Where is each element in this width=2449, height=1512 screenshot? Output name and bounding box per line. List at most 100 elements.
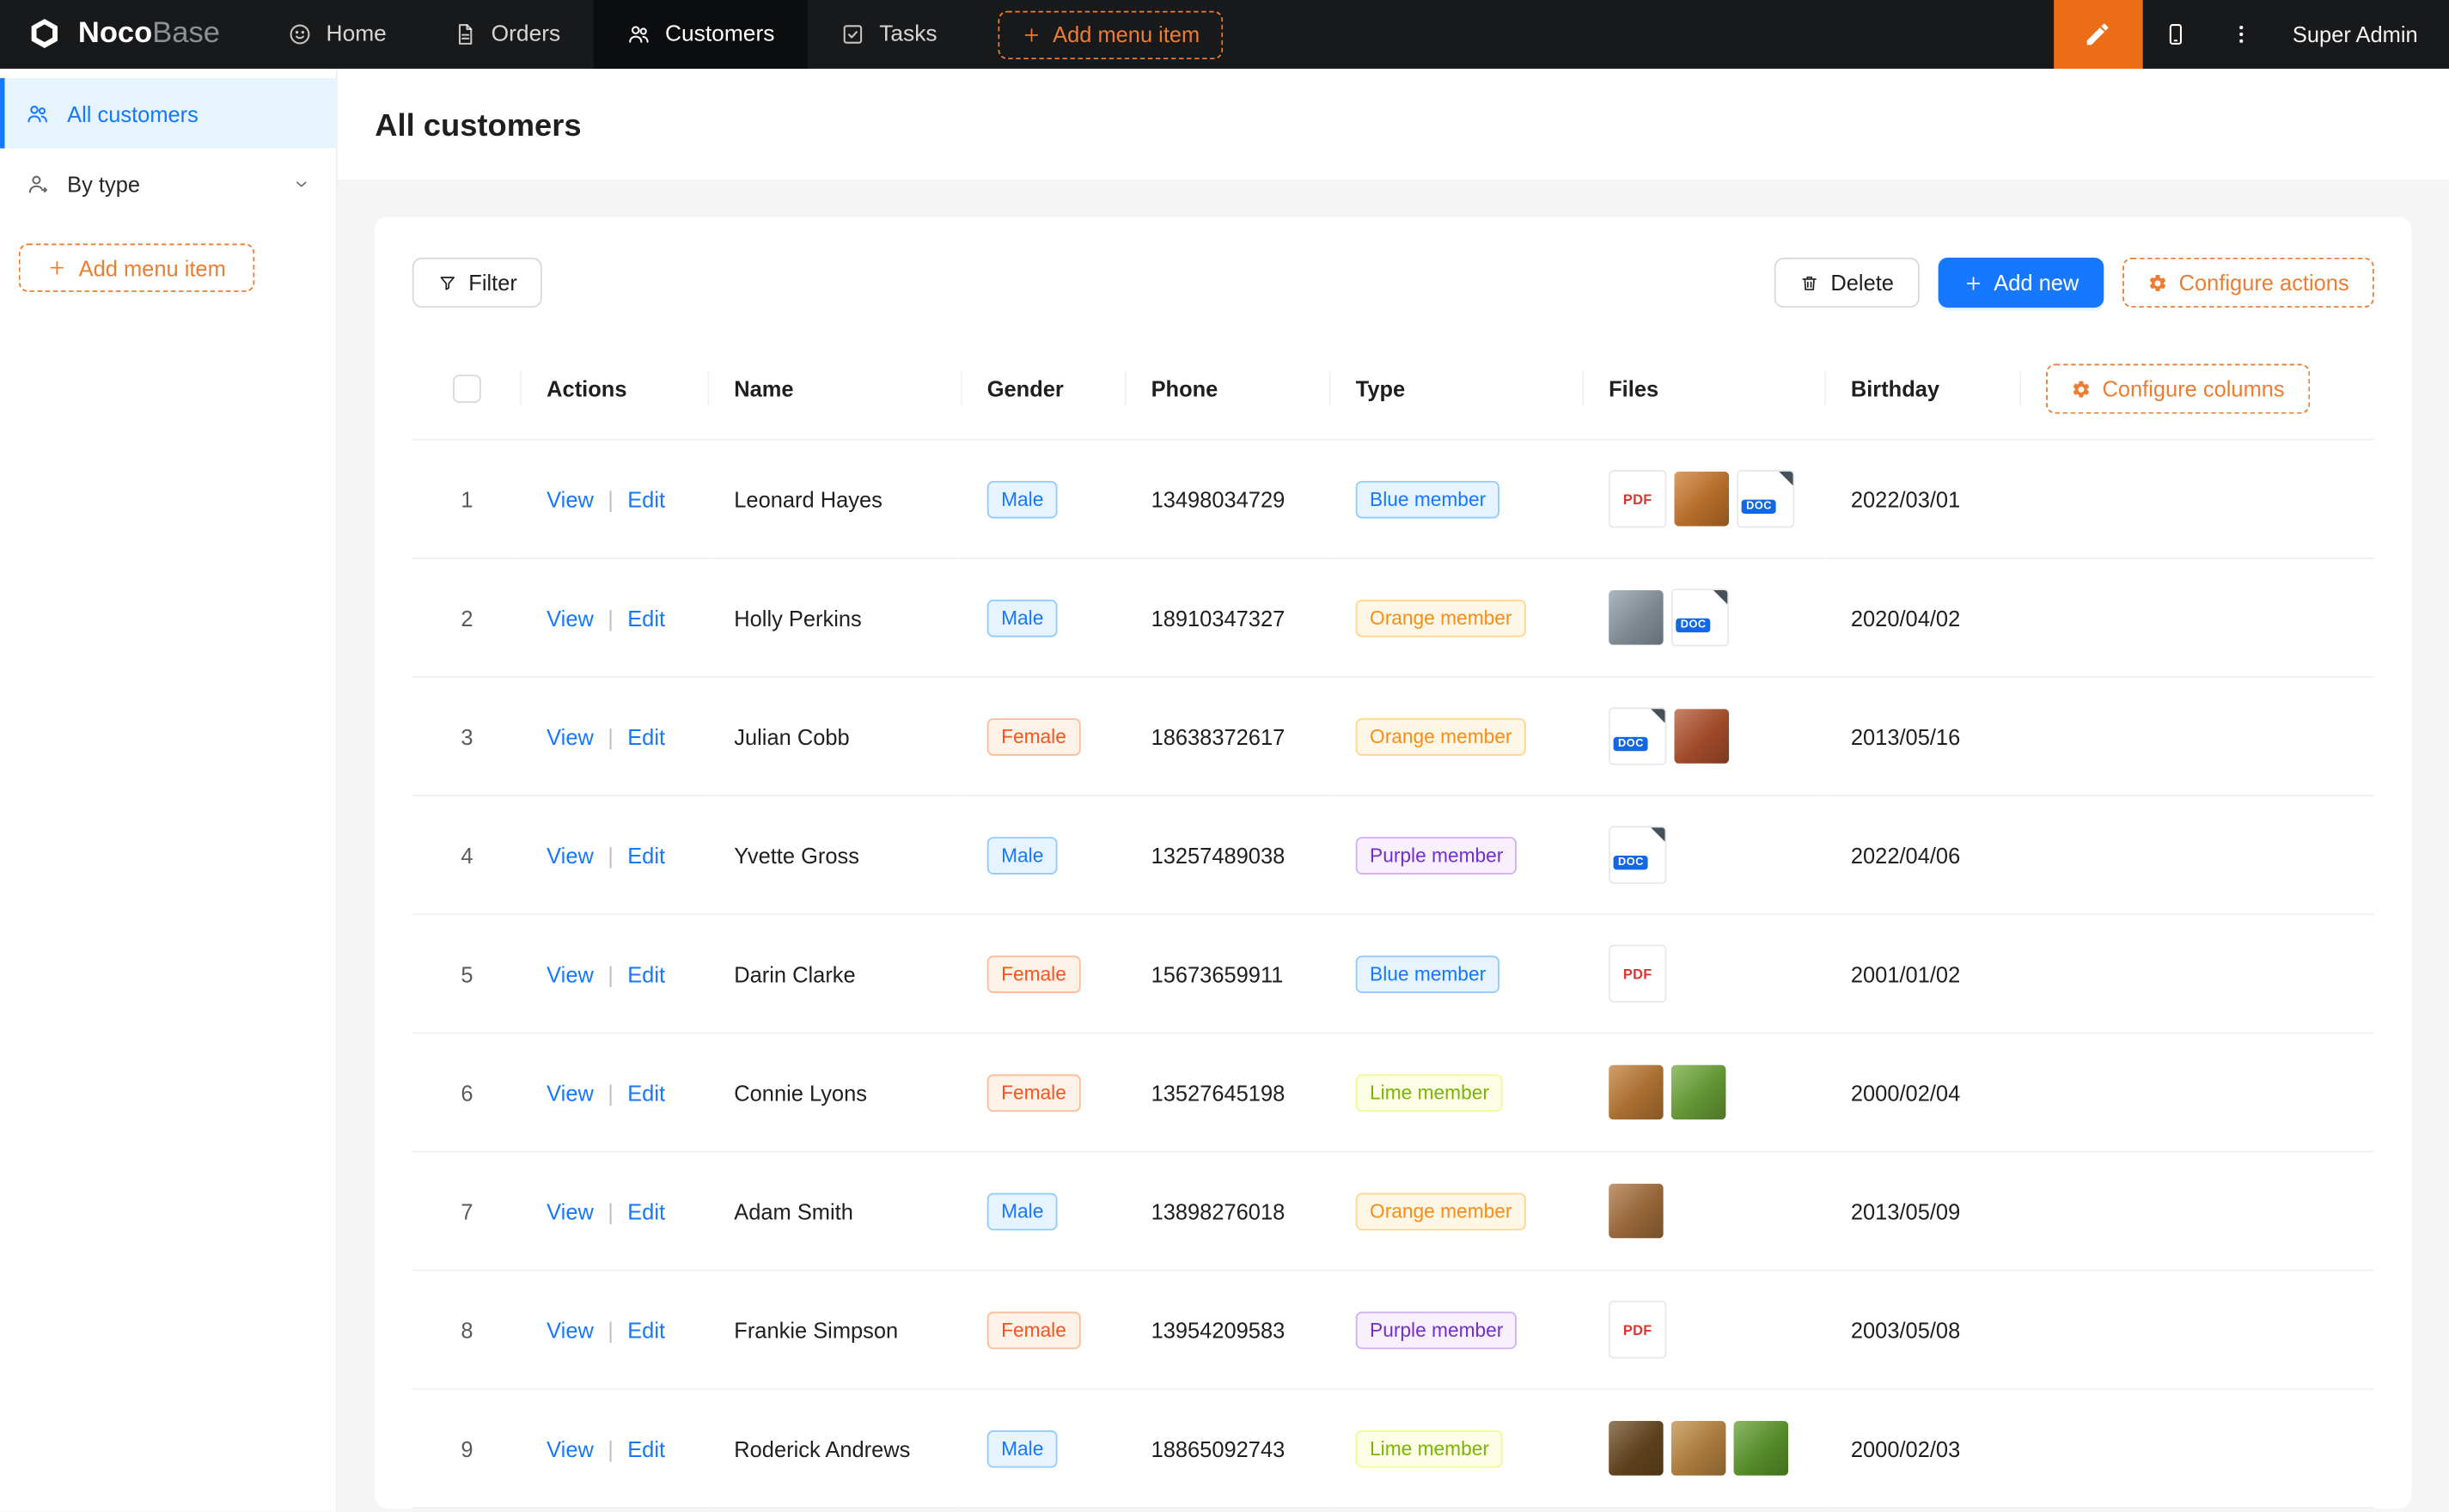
files-cell: DOC bbox=[1609, 708, 1801, 765]
menu-item-home[interactable]: Home bbox=[254, 0, 419, 69]
header-add-menu-item-label: Add menu item bbox=[1053, 21, 1200, 46]
type-tag: Lime member bbox=[1356, 1074, 1504, 1112]
mobile-icon bbox=[2163, 21, 2188, 46]
edit-link[interactable]: Edit bbox=[627, 961, 665, 986]
configure-actions-button[interactable]: Configure actions bbox=[2122, 258, 2374, 308]
header-add-menu-item-button[interactable]: Add menu item bbox=[998, 10, 1223, 58]
delete-button[interactable]: Delete bbox=[1774, 258, 1919, 308]
file-thumbnail-image[interactable] bbox=[1674, 472, 1729, 527]
files-cell bbox=[1609, 1184, 1801, 1239]
view-link[interactable]: View bbox=[547, 606, 594, 631]
type-tag: Orange member bbox=[1356, 600, 1526, 637]
type-tag: Lime member bbox=[1356, 1430, 1504, 1468]
view-link[interactable]: View bbox=[547, 724, 594, 749]
trash-icon bbox=[1799, 272, 1820, 293]
menu-item-customers[interactable]: Customers bbox=[593, 0, 807, 69]
file-thumbnail-image[interactable] bbox=[1674, 710, 1729, 765]
column-header-name[interactable]: Name bbox=[709, 338, 962, 440]
file-thumbnail-doc[interactable]: DOC bbox=[1609, 708, 1666, 765]
view-link[interactable]: View bbox=[547, 1199, 594, 1224]
file-thumbnail-pdf[interactable]: PDF bbox=[1609, 1302, 1666, 1359]
highlighter-icon bbox=[2084, 21, 2112, 49]
filter-button[interactable]: Filter bbox=[412, 258, 542, 308]
edit-link[interactable]: Edit bbox=[627, 1080, 665, 1105]
file-thumbnail-image[interactable] bbox=[1734, 1422, 1789, 1477]
edit-link[interactable]: Edit bbox=[627, 1318, 665, 1343]
sidebar-add-menu-item-button[interactable]: Add menu item bbox=[19, 244, 254, 292]
column-header-gender[interactable]: Gender bbox=[962, 338, 1127, 440]
add-new-button[interactable]: Add new bbox=[1938, 258, 2104, 308]
customer-name: Leonard Hayes bbox=[734, 487, 882, 512]
check-square-icon bbox=[840, 21, 865, 46]
files-cell: PDF bbox=[1609, 945, 1801, 1003]
edit-link[interactable]: Edit bbox=[627, 1199, 665, 1224]
sidebar-menu: All customersBy type bbox=[0, 69, 336, 218]
file-thumbnail-doc[interactable]: DOC bbox=[1609, 826, 1666, 884]
view-link[interactable]: View bbox=[547, 1436, 594, 1461]
file-thumbnail-pdf[interactable]: PDF bbox=[1609, 945, 1666, 1003]
file-thumbnail-doc[interactable]: DOC bbox=[1737, 471, 1794, 528]
ellipsis-vertical-icon bbox=[2228, 21, 2253, 46]
smile-icon bbox=[287, 21, 312, 46]
gear-icon bbox=[2147, 272, 2168, 293]
column-header-actions[interactable]: Actions bbox=[522, 338, 709, 440]
sidebar-item-all-customers[interactable]: All customers bbox=[0, 78, 336, 149]
menu-item-tasks[interactable]: Tasks bbox=[808, 0, 970, 69]
view-link[interactable]: View bbox=[547, 487, 594, 512]
column-header-type[interactable]: Type bbox=[1331, 338, 1584, 440]
file-thumbnail-image[interactable] bbox=[1671, 1422, 1726, 1477]
column-header-birthday[interactable]: Birthday bbox=[1826, 338, 2021, 440]
ui-editor-button[interactable] bbox=[2054, 0, 2143, 69]
view-link[interactable]: View bbox=[547, 961, 594, 986]
type-tag: Purple member bbox=[1356, 837, 1518, 875]
nocobase-logo-icon bbox=[25, 15, 64, 53]
edit-link[interactable]: Edit bbox=[627, 843, 665, 868]
column-header-files[interactable]: Files bbox=[1584, 338, 1826, 440]
files-cell: PDF bbox=[1609, 1302, 1801, 1359]
sidebar-add-menu-item-label: Add menu item bbox=[79, 255, 226, 280]
type-tag: Blue member bbox=[1356, 480, 1500, 518]
edit-link[interactable]: Edit bbox=[627, 724, 665, 749]
column-header-phone[interactable]: Phone bbox=[1126, 338, 1330, 440]
action-separator: | bbox=[608, 1080, 614, 1105]
sidebar-item-by-type[interactable]: By type bbox=[0, 149, 336, 219]
file-thumbnail-pdf[interactable]: PDF bbox=[1609, 471, 1666, 528]
view-link[interactable]: View bbox=[547, 1080, 594, 1105]
menu-item-orders[interactable]: Orders bbox=[419, 0, 593, 69]
customer-name: Julian Cobb bbox=[734, 724, 849, 749]
filter-funnel-icon bbox=[437, 272, 458, 293]
table-row: 8View|EditFrankie SimpsonFemale139542095… bbox=[412, 1271, 2374, 1389]
file-thumbnail-doc[interactable]: DOC bbox=[1671, 589, 1729, 647]
file-thumbnail-image[interactable] bbox=[1609, 1184, 1664, 1239]
file-thumbnail-image[interactable] bbox=[1609, 591, 1664, 646]
select-all-checkbox[interactable] bbox=[453, 375, 481, 404]
action-separator: | bbox=[608, 1199, 614, 1224]
file-thumbnail-image[interactable] bbox=[1609, 1065, 1664, 1120]
plus-icon bbox=[1022, 24, 1042, 45]
team-icon bbox=[25, 101, 50, 125]
mobile-preview-button[interactable] bbox=[2142, 0, 2208, 69]
edit-link[interactable]: Edit bbox=[627, 606, 665, 631]
gender-tag: Female bbox=[987, 1311, 1080, 1349]
configure-columns-button[interactable]: Configure columns bbox=[2046, 364, 2310, 414]
file-thumbnail-image[interactable] bbox=[1671, 1065, 1726, 1120]
logo-text-light: Base bbox=[152, 17, 220, 50]
row-index: 3 bbox=[461, 724, 473, 749]
more-options-button[interactable] bbox=[2208, 0, 2274, 69]
customer-name: Holly Perkins bbox=[734, 606, 862, 631]
file-thumbnail-image[interactable] bbox=[1609, 1422, 1664, 1477]
edit-link[interactable]: Edit bbox=[627, 487, 665, 512]
user-menu[interactable]: Super Admin bbox=[2274, 21, 2449, 46]
customer-birthday: 2022/04/06 bbox=[1851, 843, 1960, 868]
customer-phone: 15673659911 bbox=[1151, 961, 1284, 986]
view-link[interactable]: View bbox=[547, 1318, 594, 1343]
customer-phone: 13527645198 bbox=[1151, 1080, 1286, 1105]
action-separator: | bbox=[608, 724, 614, 749]
customer-phone: 13898276018 bbox=[1151, 1199, 1286, 1224]
customer-name: Yvette Gross bbox=[734, 843, 859, 868]
customer-phone: 13498034729 bbox=[1151, 487, 1286, 512]
customer-phone: 13954209583 bbox=[1151, 1318, 1286, 1343]
logo[interactable]: NocoBase bbox=[0, 15, 254, 53]
edit-link[interactable]: Edit bbox=[627, 1436, 665, 1461]
view-link[interactable]: View bbox=[547, 843, 594, 868]
